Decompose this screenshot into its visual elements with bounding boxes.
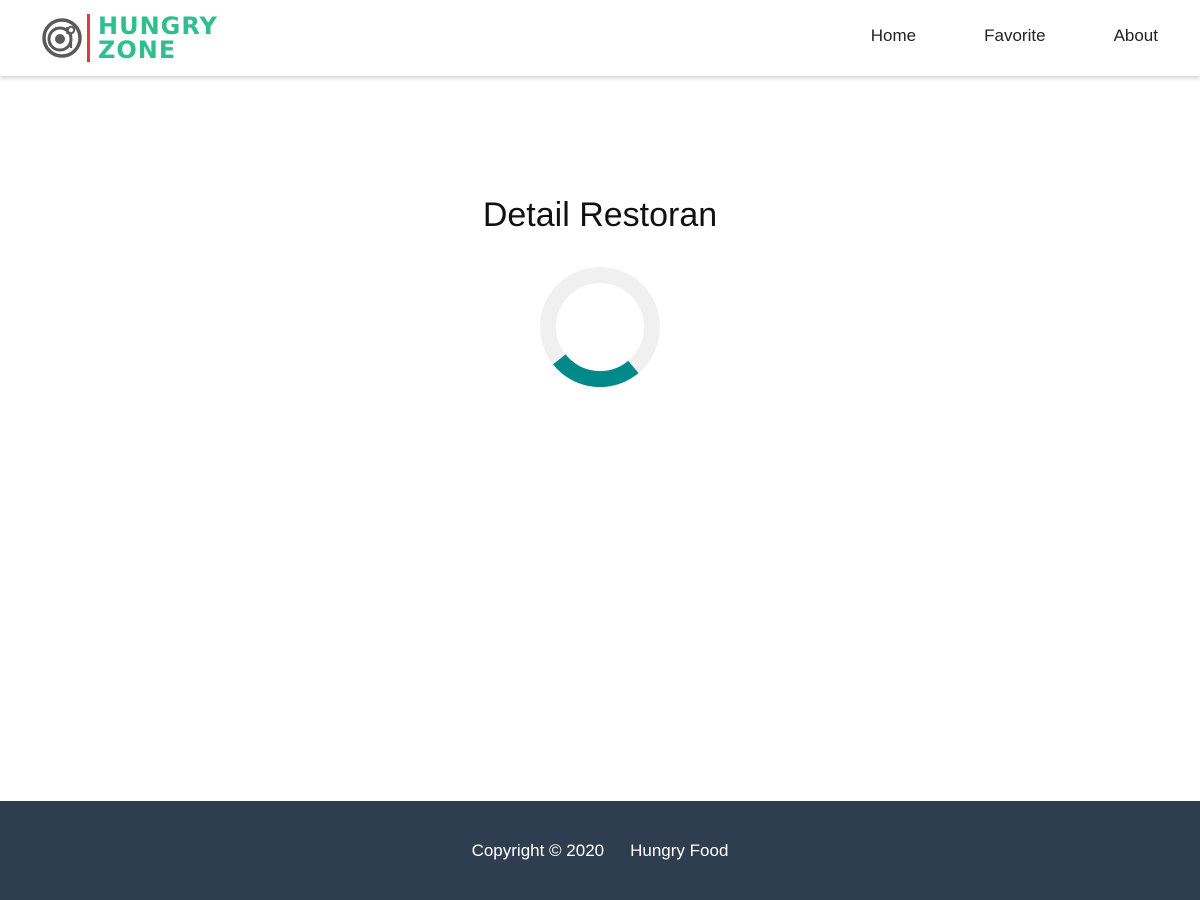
loading-spinner-icon bbox=[540, 267, 660, 387]
nav-link-about[interactable]: About bbox=[1114, 26, 1158, 46]
site-header: HUNGRY ZONE Home Favorite About bbox=[0, 0, 1200, 76]
main-content: Detail Restoran bbox=[0, 76, 1200, 801]
brand-line-2: ZONE bbox=[98, 36, 177, 64]
plate-cutlery-icon bbox=[42, 18, 82, 58]
brand-line-1: HUNGRY bbox=[98, 12, 218, 40]
footer-copyright: Copyright © 2020 bbox=[471, 840, 605, 860]
app-root: HUNGRY ZONE Home Favorite About Detail R… bbox=[0, 0, 1200, 900]
page-title: Detail Restoran bbox=[482, 196, 718, 234]
spinner-arc bbox=[553, 354, 639, 387]
brand-logo-link[interactable]: HUNGRY ZONE bbox=[42, 14, 218, 62]
footer-owner: Hungry Food bbox=[630, 840, 729, 860]
nav-link-home[interactable]: Home bbox=[871, 26, 916, 46]
main-nav: Home Favorite About bbox=[803, 0, 1158, 72]
brand-divider bbox=[87, 14, 90, 62]
site-footer: Copyright © 2020 Hungry Food bbox=[0, 801, 1200, 900]
brand-wordmark: HUNGRY ZONE bbox=[98, 14, 218, 62]
nav-link-favorite[interactable]: Favorite bbox=[984, 26, 1045, 46]
